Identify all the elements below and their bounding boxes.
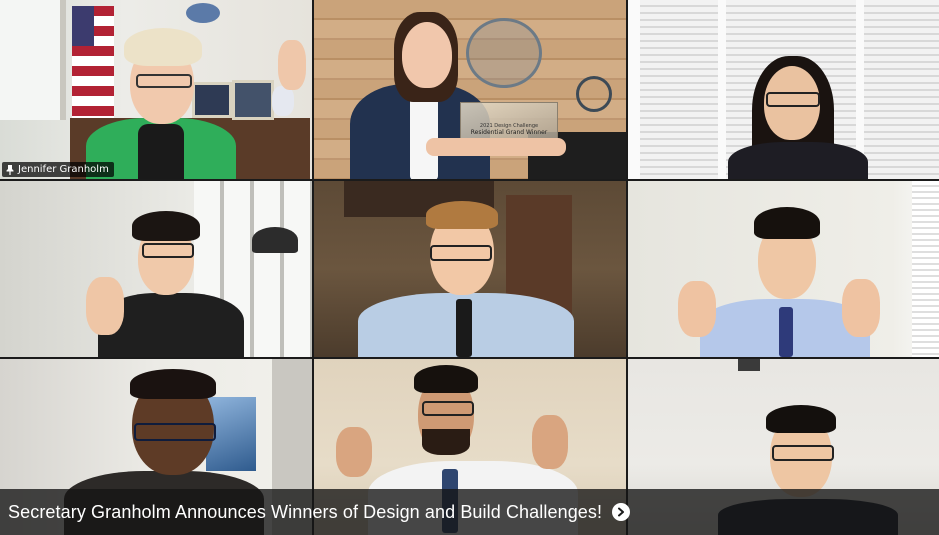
thumbs-up-hand	[842, 279, 880, 337]
waving-hand	[278, 40, 306, 90]
glasses	[136, 74, 192, 88]
caption-bar: Secretary Granholm Announces Winners of …	[0, 489, 939, 535]
glasses	[422, 401, 474, 416]
caption-text[interactable]: Secretary Granholm Announces Winners of …	[8, 502, 602, 523]
seal-logo	[186, 3, 220, 23]
glasses	[766, 92, 820, 107]
lamp	[252, 227, 298, 253]
shirt	[138, 124, 184, 179]
window	[0, 0, 66, 120]
hair	[754, 207, 820, 239]
window-blinds	[912, 181, 939, 357]
person-head	[402, 22, 452, 88]
globe-trophy	[466, 18, 542, 88]
chevron-right-circle-icon	[618, 507, 625, 517]
person-body	[728, 142, 868, 179]
hair	[130, 369, 216, 399]
ceiling-light	[738, 359, 760, 371]
hair	[414, 365, 478, 393]
thumbs-up-hand	[532, 415, 568, 469]
vase	[272, 86, 294, 116]
hair	[132, 211, 200, 241]
photo-frame	[192, 82, 232, 118]
video-tile-participant[interactable]	[0, 181, 312, 357]
video-grid: Jennifer Granholm 2021 Design Challenge …	[0, 0, 939, 535]
beard	[422, 429, 470, 455]
video-tile-participant[interactable]	[628, 0, 939, 179]
video-tile-participant[interactable]	[314, 181, 626, 357]
tie	[779, 307, 793, 357]
thumbs-up-hand	[86, 277, 124, 335]
hair	[426, 201, 498, 229]
hair	[124, 28, 202, 66]
next-slide-button[interactable]	[612, 503, 631, 521]
video-tile-jennifer-granholm[interactable]: Jennifer Granholm	[0, 0, 312, 179]
award-plaque-line2: Residential Grand Winner	[470, 128, 548, 136]
tie	[456, 299, 472, 357]
small-trophy	[576, 76, 612, 112]
glasses	[142, 243, 194, 258]
flag-canton	[72, 6, 94, 46]
glasses	[772, 445, 834, 461]
photo-frame	[232, 80, 274, 120]
participant-name: Jennifer Granholm	[18, 164, 109, 175]
door-frame	[628, 0, 640, 179]
thumbs-up-hand	[336, 427, 372, 477]
participant-name-label: Jennifer Granholm	[2, 162, 114, 177]
video-tile-award-winner[interactable]: 2021 Design Challenge Residential Grand …	[314, 0, 626, 179]
pin-icon	[6, 164, 14, 175]
door-divider	[718, 0, 726, 179]
thumbs-up-hand	[678, 281, 716, 337]
hands	[426, 138, 566, 156]
glasses	[430, 245, 492, 261]
video-tile-participant[interactable]	[628, 181, 939, 357]
glasses	[134, 423, 216, 441]
hair	[766, 405, 836, 433]
